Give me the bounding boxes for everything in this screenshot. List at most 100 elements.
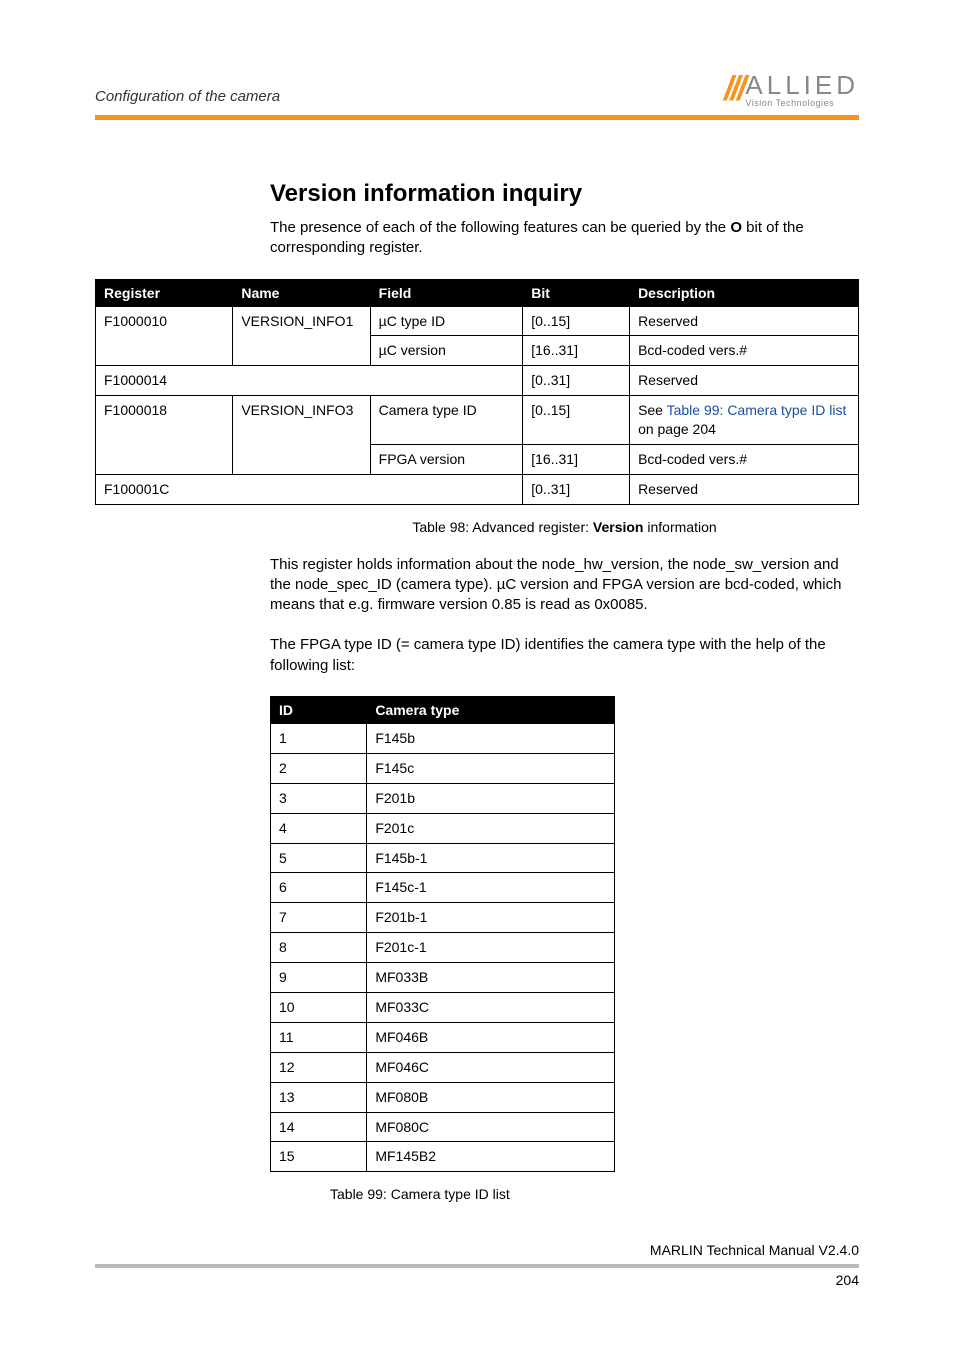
- cell-name: VERSION_INFO1: [233, 306, 370, 336]
- table-row: F100001C [0..31] Reserved: [96, 474, 859, 504]
- cell-bit: [0..15]: [523, 306, 630, 336]
- cell-camera-type: F145c-1: [367, 873, 615, 903]
- page-header: Configuration of the camera /// ALLIED V…: [95, 70, 859, 109]
- desc-pre: See: [638, 402, 667, 418]
- cell-desc: Bcd-coded vers.#: [630, 336, 859, 366]
- cell-desc: Reserved: [630, 474, 859, 504]
- table-row: 9MF033B: [271, 963, 615, 993]
- cell-id: 11: [271, 1022, 367, 1052]
- th-id: ID: [271, 696, 367, 723]
- cell-field: µC type ID: [370, 306, 523, 336]
- intro-bold: O: [730, 219, 742, 236]
- cell-register: F1000018: [96, 396, 233, 445]
- th-name: Name: [233, 279, 370, 306]
- page-title: Version information inquiry: [270, 180, 859, 208]
- caption-pre: Table 98: Advanced register:: [412, 519, 593, 535]
- th-bit: Bit: [523, 279, 630, 306]
- th-description: Description: [630, 279, 859, 306]
- cell-register: [96, 444, 233, 474]
- cell-bit: [0..31]: [523, 366, 630, 396]
- cell-field: Camera type ID: [370, 396, 523, 445]
- table-row: 12MF046C: [271, 1052, 615, 1082]
- table-row: 8F201c-1: [271, 933, 615, 963]
- cell-id: 1: [271, 723, 367, 753]
- version-register-table: Register Name Field Bit Description F100…: [95, 279, 859, 505]
- table1-caption: Table 98: Advanced register: Version inf…: [270, 519, 859, 535]
- caption-post: information: [644, 519, 717, 535]
- cell-camera-type: MF145B2: [367, 1142, 615, 1172]
- cell-camera-type: MF080B: [367, 1082, 615, 1112]
- table-row: 1F145b: [271, 723, 615, 753]
- cell-register: [96, 336, 233, 366]
- paragraph-2: The FPGA type ID (= camera type ID) iden…: [270, 635, 859, 676]
- cell-camera-type: F201c-1: [367, 933, 615, 963]
- cell-id: 3: [271, 783, 367, 813]
- cell-camera-type: MF080C: [367, 1112, 615, 1142]
- cell-id: 10: [271, 993, 367, 1023]
- th-register: Register: [96, 279, 233, 306]
- cell-name: VERSION_INFO3: [233, 396, 370, 445]
- cell-camera-type: MF033B: [367, 963, 615, 993]
- cell-bit: [16..31]: [523, 336, 630, 366]
- intro-paragraph: The presence of each of the following fe…: [270, 218, 859, 259]
- cell-field: FPGA version: [370, 444, 523, 474]
- table2-caption: Table 99: Camera type ID list: [330, 1186, 859, 1202]
- cell-id: 12: [271, 1052, 367, 1082]
- cell-id: 6: [271, 873, 367, 903]
- cell-desc: See Table 99: Camera type ID list on pag…: [630, 396, 859, 445]
- header-rule: [95, 115, 859, 120]
- cell-desc: Bcd-coded vers.#: [630, 444, 859, 474]
- cell-name: [233, 444, 370, 474]
- cell-camera-type: F145c: [367, 753, 615, 783]
- logo-sub-text: Vision Technologies: [745, 99, 859, 108]
- table-row: 5F145b-1: [271, 843, 615, 873]
- table-row: 10MF033C: [271, 993, 615, 1023]
- section-name: Configuration of the camera: [95, 88, 280, 109]
- footer-rule: [95, 1264, 859, 1268]
- cell-id: 13: [271, 1082, 367, 1112]
- table-row: FPGA version [16..31] Bcd-coded vers.#: [96, 444, 859, 474]
- cell-id: 9: [271, 963, 367, 993]
- table-row: 14MF080C: [271, 1112, 615, 1142]
- cell-register: F1000010: [96, 306, 233, 336]
- table-row: 4F201c: [271, 813, 615, 843]
- table-row: 6F145c-1: [271, 873, 615, 903]
- table-row: 2F145c: [271, 753, 615, 783]
- table-row: 15MF145B2: [271, 1142, 615, 1172]
- cell-name: [233, 336, 370, 366]
- cell-id: 2: [271, 753, 367, 783]
- cell-id: 15: [271, 1142, 367, 1172]
- table-row: F1000014 [0..31] Reserved: [96, 366, 859, 396]
- cell-bit: [16..31]: [523, 444, 630, 474]
- table-row: F1000010 VERSION_INFO1 µC type ID [0..15…: [96, 306, 859, 336]
- table-row: µC version [16..31] Bcd-coded vers.#: [96, 336, 859, 366]
- camera-type-table: ID Camera type 1F145b2F145c3F201b4F201c5…: [270, 696, 615, 1172]
- page-footer: MARLIN Technical Manual V2.4.0 204: [95, 1242, 859, 1288]
- cell-camera-type: F201c: [367, 813, 615, 843]
- cell-desc: Reserved: [630, 306, 859, 336]
- cell-camera-type: MF033C: [367, 993, 615, 1023]
- paragraph-1: This register holds information about th…: [270, 555, 859, 616]
- cross-reference-link[interactable]: Table 99: Camera type ID list: [667, 402, 847, 418]
- cell-camera-type: F201b-1: [367, 903, 615, 933]
- cell-camera-type: MF046B: [367, 1022, 615, 1052]
- cell-register: F1000014: [96, 366, 523, 396]
- logo: /// ALLIED Vision Technologies: [724, 70, 859, 109]
- cell-bit: [0..31]: [523, 474, 630, 504]
- logo-main-text: ALLIED: [745, 72, 859, 98]
- cell-id: 8: [271, 933, 367, 963]
- cell-camera-type: F145b: [367, 723, 615, 753]
- th-camera-type: Camera type: [367, 696, 615, 723]
- footer-text: MARLIN Technical Manual V2.4.0: [95, 1242, 859, 1258]
- intro-pre: The presence of each of the following fe…: [270, 219, 730, 236]
- table-row: 3F201b: [271, 783, 615, 813]
- th-field: Field: [370, 279, 523, 306]
- logo-slashes-icon: ///: [724, 70, 743, 109]
- table-header-row: Register Name Field Bit Description: [96, 279, 859, 306]
- page-number: 204: [95, 1272, 859, 1288]
- cell-id: 4: [271, 813, 367, 843]
- cell-register: F100001C: [96, 474, 523, 504]
- caption-bold: Version: [593, 519, 644, 535]
- cell-camera-type: F201b: [367, 783, 615, 813]
- table-row: 13MF080B: [271, 1082, 615, 1112]
